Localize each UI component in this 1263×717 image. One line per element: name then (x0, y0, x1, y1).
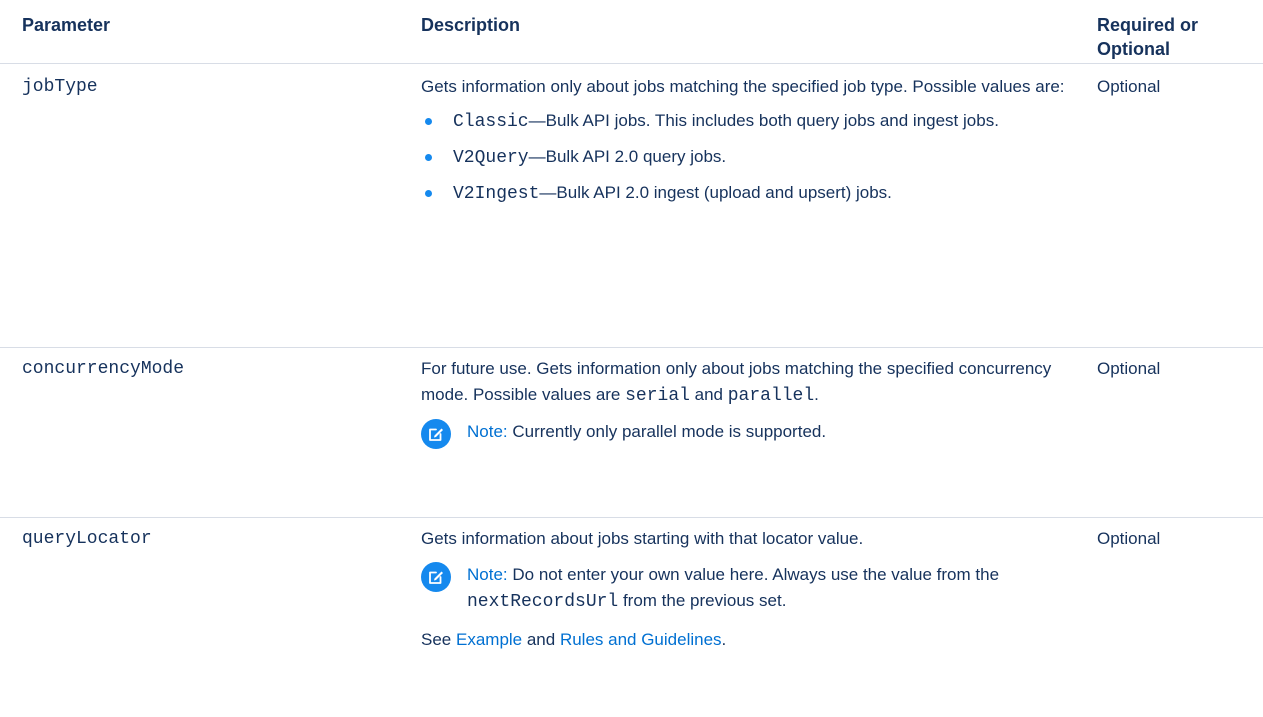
see-end: . (721, 630, 727, 649)
rules-and-guidelines-link[interactable]: Rules and Guidelines (560, 630, 722, 649)
bullet-dot-icon (425, 190, 432, 197)
table-header: Parameter Description Required or Option… (0, 0, 1263, 63)
header-required-line1: Required or (1097, 15, 1199, 35)
value-code: parallel (727, 386, 815, 406)
table-row: jobType Gets information only about jobs… (0, 63, 1263, 347)
description-cell: For future use. Gets information only ab… (398, 356, 1087, 457)
value-code: V2Ingest (453, 184, 540, 204)
edit-note-icon (421, 562, 451, 592)
edit-note-icon (421, 419, 451, 449)
bullet-dot-icon (425, 154, 432, 161)
see-and: and (522, 630, 560, 649)
header-description: Description (421, 15, 521, 35)
table-row: concurrencyMode For future use. Gets inf… (0, 347, 1263, 517)
required-cell: Optional (1097, 529, 1161, 548)
parameters-table: Parameter Description Required or Option… (0, 0, 1263, 717)
note-label: Note: (467, 422, 508, 441)
parameter-cell: jobType (0, 74, 398, 100)
value-code: V2Query (453, 148, 529, 168)
note-text: Do not enter your own value here. Always… (507, 565, 1000, 584)
parameter-cell: queryLocator (0, 526, 398, 552)
description-text: For future use. Gets information only ab… (421, 356, 1087, 409)
header-parameter: Parameter (22, 15, 111, 35)
note-callout: Note: Do not enter your own value here. … (421, 562, 1087, 615)
parameter-name: queryLocator (22, 529, 152, 549)
table-row: queryLocator Gets information about jobs… (0, 517, 1263, 717)
list-item: Classic—Bulk API jobs. This includes bot… (421, 108, 1087, 135)
description-text: Gets information only about jobs matchin… (421, 77, 1065, 96)
list-item: V2Query—Bulk API 2.0 query jobs. (421, 144, 1087, 171)
parameter-name: jobType (22, 77, 98, 97)
description-text: Gets information about jobs starting wit… (421, 529, 864, 548)
parameter-name: concurrencyMode (22, 359, 185, 379)
list-item: V2Ingest—Bulk API 2.0 ingest (upload and… (421, 180, 1087, 207)
value-text: —Bulk API jobs. This includes both query… (528, 111, 999, 130)
required-cell: Optional (1097, 359, 1161, 378)
parameter-cell: concurrencyMode (0, 356, 398, 382)
bullet-dot-icon (425, 118, 432, 125)
note-callout: Note: Currently only parallel mode is su… (421, 419, 1087, 449)
note-label: Note: (467, 565, 508, 584)
header-required-line2: Optional (1097, 39, 1170, 59)
value-text: —Bulk API 2.0 ingest (upload and upsert)… (539, 183, 892, 202)
see-prefix: See (421, 630, 456, 649)
required-cell: Optional (1097, 77, 1161, 96)
note-code: nextRecordsUrl (467, 592, 619, 612)
description-cell: Gets information only about jobs matchin… (398, 74, 1087, 216)
values-list: Classic—Bulk API jobs. This includes bot… (421, 108, 1087, 207)
description-part: and (689, 385, 728, 404)
header-required: Required or Optional (1087, 13, 1263, 61)
description-part: . (814, 385, 819, 404)
see-also: See Example and Rules and Guidelines. (421, 627, 1087, 653)
value-code: Classic (453, 112, 529, 132)
description-cell: Gets information about jobs starting wit… (398, 526, 1087, 661)
note-text: Currently only parallel mode is supporte… (507, 422, 827, 441)
example-link[interactable]: Example (456, 630, 522, 649)
note-text: from the previous set. (618, 591, 787, 610)
value-code: serial (625, 386, 690, 406)
value-text: —Bulk API 2.0 query jobs. (528, 147, 727, 166)
